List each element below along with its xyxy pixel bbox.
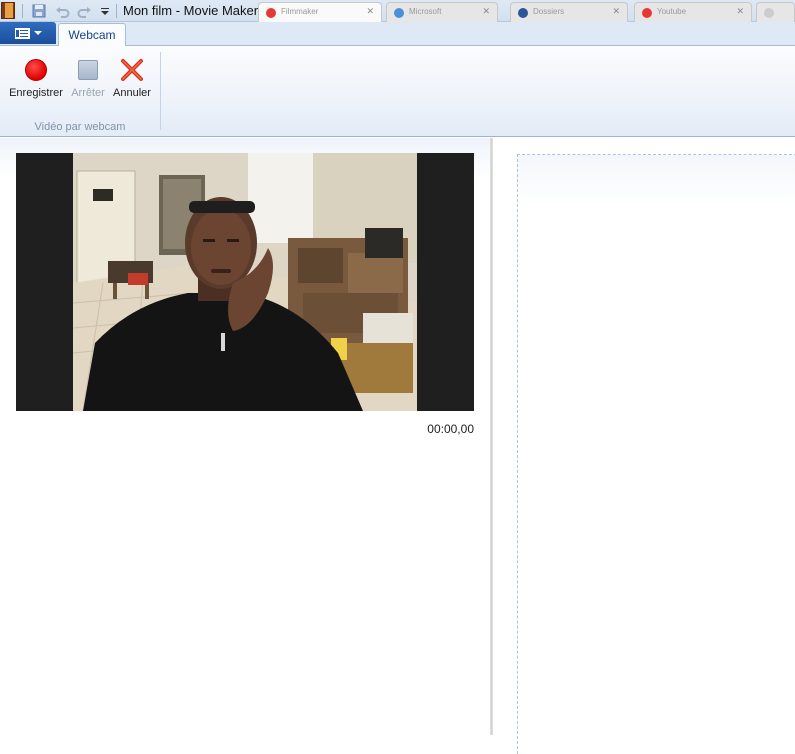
preview-pane: 00:00,00 (0, 138, 490, 735)
browser-tab-favicon (394, 8, 404, 18)
undo-icon[interactable] (54, 3, 70, 19)
browser-tab[interactable]: Filmmaker ✕ (258, 2, 382, 22)
customize-qat-icon[interactable] (97, 3, 113, 19)
close-icon[interactable]: ✕ (366, 6, 374, 17)
stop-label: Arrêter (71, 87, 105, 99)
browser-tab-favicon (518, 8, 528, 18)
ribbon-tab-strip: Webcam (0, 22, 795, 47)
browser-tab-favicon (266, 8, 276, 18)
save-icon[interactable] (31, 3, 47, 19)
ribbon-group-label: Vidéo par webcam (34, 121, 126, 133)
storyboard-dropzone[interactable] (517, 154, 795, 754)
browser-tab-label: Microsoft (409, 7, 442, 16)
cancel-button[interactable]: Annuler (110, 56, 154, 99)
window-title: Mon film - Movie Maker (123, 3, 259, 18)
tab-webcam[interactable]: Webcam (58, 23, 126, 47)
close-icon[interactable]: ✕ (612, 6, 620, 17)
redo-icon[interactable] (76, 3, 92, 19)
record-button[interactable]: Enregistrer (6, 56, 66, 99)
ribbon-group-separator (160, 52, 161, 130)
webcam-feed-image (73, 153, 417, 411)
browser-tab[interactable] (756, 2, 795, 22)
close-icon[interactable]: ✕ (736, 6, 744, 17)
stop-icon (78, 60, 98, 80)
browser-tab-favicon (642, 8, 652, 18)
storyboard-pane (493, 138, 795, 754)
ribbon-panel: Enregistrer Arrêter Annuler Vidéo par we… (0, 46, 795, 137)
workspace: 00:00,00 (0, 138, 795, 754)
browser-tab-label: Youtube (657, 7, 687, 16)
record-label: Enregistrer (9, 87, 63, 99)
chevron-down-icon (33, 31, 42, 35)
qat-separator (22, 4, 23, 18)
cancel-label: Annuler (113, 87, 151, 99)
record-icon (25, 59, 47, 81)
browser-tab-label: Filmmaker (281, 7, 319, 16)
browser-tab[interactable]: Microsoft ✕ (386, 2, 498, 22)
qat-separator (116, 4, 117, 18)
app-menu-button[interactable] (0, 22, 56, 44)
title-bar: Mon film - Movie Maker Filmmaker ✕ Micro… (0, 0, 795, 22)
browser-tab[interactable]: Dossiers ✕ (510, 2, 628, 22)
browser-tab-favicon (764, 8, 774, 18)
app-menu-icon (14, 27, 30, 39)
browser-tab-label: Dossiers (533, 7, 565, 16)
cancel-icon (121, 59, 143, 81)
timecode-display: 00:00,00 (427, 422, 474, 436)
webcam-preview (16, 153, 474, 411)
browser-tab[interactable]: Youtube ✕ (634, 2, 752, 22)
movie-maker-logo-icon[interactable] (1, 2, 15, 19)
close-icon[interactable]: ✕ (482, 6, 490, 17)
stop-button[interactable]: Arrêter (66, 56, 110, 99)
